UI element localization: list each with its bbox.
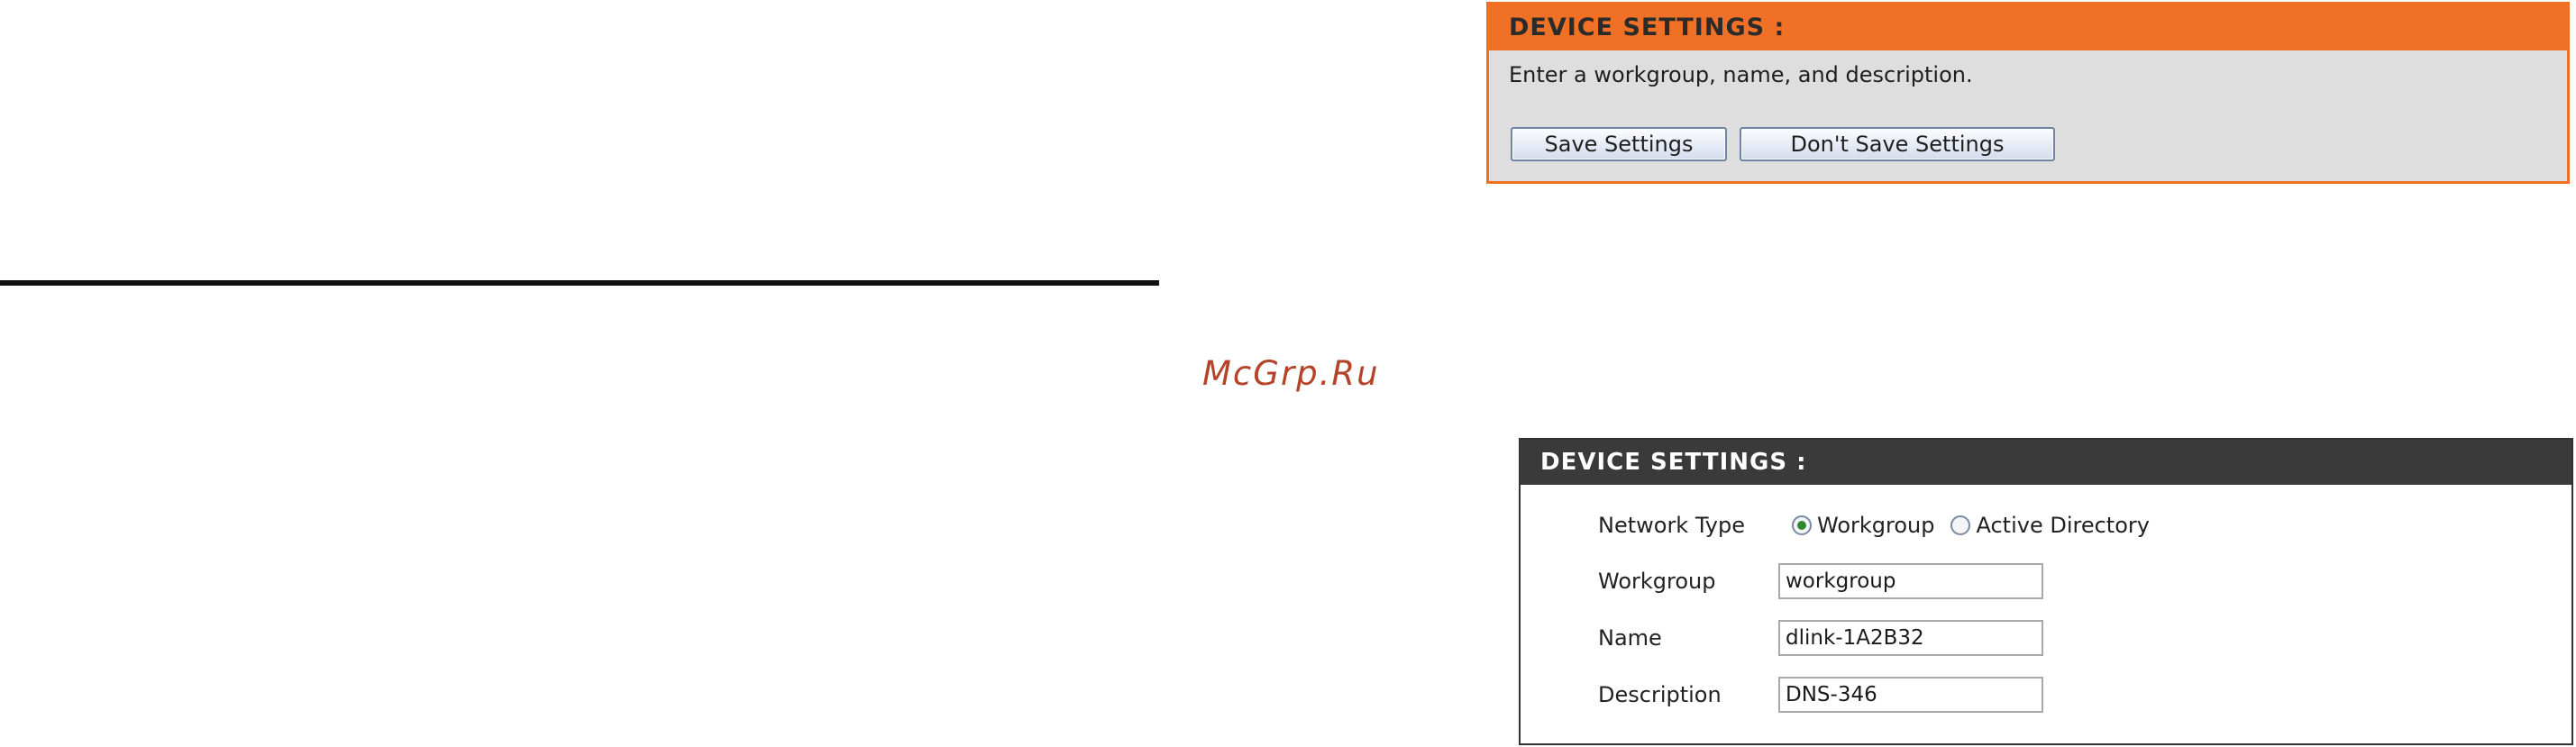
workgroup-radio-label[interactable]: Workgroup: [1817, 513, 1934, 538]
device-settings-panel: DEVICE SETTINGS : Network Type Workgroup…: [1519, 438, 2573, 745]
description-label: Description: [1598, 682, 1722, 707]
workgroup-radio[interactable]: [1792, 515, 1812, 535]
name-input[interactable]: [1778, 620, 2043, 656]
save-panel-title: DEVICE SETTINGS :: [1489, 5, 2567, 50]
name-label: Name: [1598, 625, 1662, 651]
active-directory-radio-label[interactable]: Active Directory: [1976, 513, 2149, 538]
save-settings-button[interactable]: Save Settings: [1511, 127, 1727, 161]
save-settings-panel: DEVICE SETTINGS : Enter a workgroup, nam…: [1486, 2, 2570, 184]
network-type-radio-group: Workgroup Active Directory: [1792, 513, 2166, 538]
watermark: McGrp.Ru: [1202, 354, 1380, 393]
description-input[interactable]: [1778, 677, 2043, 713]
dont-save-settings-button[interactable]: Don't Save Settings: [1740, 127, 2055, 161]
section-divider: [0, 280, 1159, 286]
workgroup-label: Workgroup: [1598, 569, 1716, 594]
save-panel-description: Enter a workgroup, name, and description…: [1509, 62, 1973, 87]
device-settings-title: DEVICE SETTINGS :: [1521, 440, 2571, 485]
workgroup-input[interactable]: [1778, 563, 2043, 599]
network-type-label: Network Type: [1598, 513, 1745, 538]
active-directory-radio[interactable]: [1950, 515, 1971, 535]
